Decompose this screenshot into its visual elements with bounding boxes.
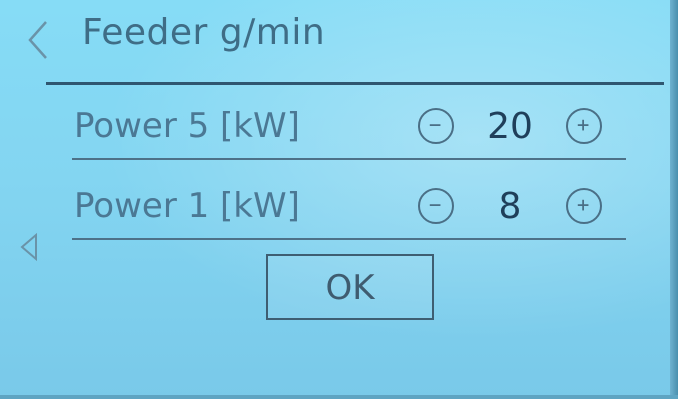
row-divider [72, 158, 626, 160]
power-5-increase-button[interactable] [566, 108, 602, 144]
triangle-left-icon[interactable] [18, 232, 40, 262]
power-5-label: Power 5 [kW] [74, 106, 300, 146]
display-bezel-right [670, 0, 678, 399]
power-5-value: 20 [487, 106, 533, 147]
power-5-row: Power 5 [kW] 20 [72, 96, 626, 166]
row-divider [72, 238, 626, 240]
display-bezel-bottom [0, 395, 678, 399]
title-divider [46, 82, 664, 85]
ok-button-label: OK [325, 268, 375, 308]
power-1-increase-button[interactable] [566, 188, 602, 224]
power-1-value: 8 [498, 186, 522, 227]
plus-circle-icon [577, 119, 589, 131]
minus-circle-icon [429, 204, 441, 206]
power-1-row: Power 1 [kW] 8 [72, 176, 626, 246]
minus-circle-icon [429, 124, 441, 126]
power-1-decrease-button[interactable] [418, 188, 454, 224]
plus-circle-icon [577, 199, 589, 211]
page-title: Feeder g/min [82, 12, 326, 53]
chevron-left-icon[interactable] [24, 18, 54, 62]
power-1-label: Power 1 [kW] [74, 186, 300, 226]
ok-button[interactable]: OK [266, 254, 434, 320]
power-5-decrease-button[interactable] [418, 108, 454, 144]
display-screen: Feeder g/min Power 5 [kW] 20 Power 1 [kW… [0, 0, 678, 399]
